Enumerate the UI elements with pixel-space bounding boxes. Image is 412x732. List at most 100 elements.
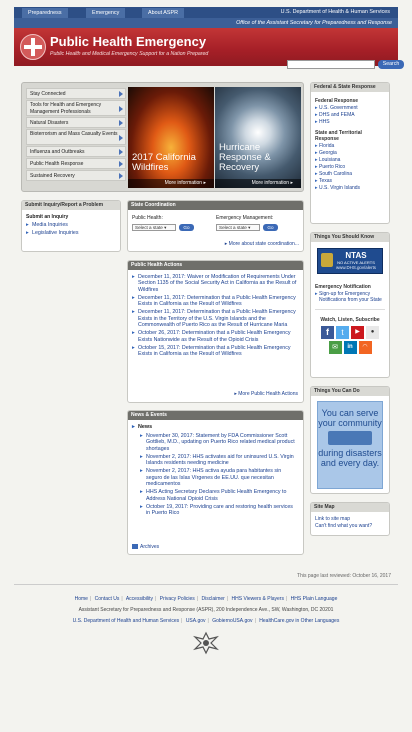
state-coordination-box: State Coordination Public Health: Emerge… [127,200,304,252]
menu-item-tools[interactable]: Tools for Health and Emergency Managemen… [26,100,126,116]
menu-item-bioterrorism[interactable]: Bioterrorism and Mass Casualty Events [26,129,126,145]
rss-icon[interactable]: ◠ [358,341,372,354]
things-you-should-know-box: Things You Should Know NTAS NO ACTIVE AL… [310,232,390,378]
facebook-icon[interactable]: f [321,326,334,339]
things-you-can-do-box: Things You Can Do You can serve your com… [310,386,390,494]
menu-item-influenza[interactable]: Influenza and Outbreaks [26,146,126,157]
tab-emergency[interactable]: Emergency [86,8,126,18]
link-usvi[interactable]: U.S. Virgin Islands [311,185,389,192]
menu-item-natural-disasters[interactable]: Natural Disasters [26,117,126,128]
ph-action-item[interactable]: October 15, 2017: Determination that a P… [128,345,303,358]
link-florida[interactable]: Florida [311,143,389,150]
footer-healthcare-link[interactable]: HealthCare.gov in Other Languages [259,618,339,624]
feature-hurricane[interactable]: Hurricane Response & Recovery More infor… [215,87,301,188]
footer-accessibility-link[interactable]: Accessibility [126,596,153,602]
ntas-banner[interactable]: NTAS NO ACTIVE ALERTS www.DHS.gov/alerts [317,248,383,274]
footer-gobiernousa-link[interactable]: GobiernoUSA.gov [212,618,252,624]
public-health-go-button[interactable]: Go [179,224,194,231]
site-map-link[interactable]: Link to site map [311,512,389,523]
site-title[interactable]: Public Health Emergency [50,34,206,49]
emergency-management-state-select[interactable]: Select a state ▾ [216,224,260,231]
footer-privacy-link[interactable]: Privacy Policies [160,596,195,602]
federal-state-response-header: Federal & State Response [311,83,389,92]
dhs-seal-icon [321,253,333,267]
public-health-actions-box: Public Health Actions December 11, 2017:… [127,260,304,403]
arrow-right-icon [119,149,123,155]
tab-preparedness[interactable]: Preparedness [22,8,68,18]
linkedin-icon[interactable]: in [343,341,357,354]
link-louisiana[interactable]: Louisiana [311,157,389,164]
archives-link[interactable]: Archives [132,544,159,550]
search-button[interactable]: Search [378,60,404,69]
menu-item-public-health-response[interactable]: Public Health Response [26,158,126,169]
tab-about-aspr[interactable]: About ASPR [142,8,184,18]
news-item[interactable]: November 2, 2017: HHS activates aid for … [136,454,303,467]
cant-find-link[interactable]: Can't find what you want? [311,523,389,529]
phe-logo-icon[interactable] [20,34,46,60]
federal-state-response-box: Federal & State Response Federal Respons… [310,82,390,224]
news-item[interactable]: November 30, 2017: Statement by FDA Comm… [136,433,303,452]
menu-item-stay-connected[interactable]: Stay Connected [26,88,126,99]
link-puerto-rico[interactable]: Puerto Rico [311,164,389,171]
federal-response-title: Federal Response [315,98,359,104]
footer-contact-link[interactable]: Contact Us [95,596,120,602]
link-legislative-inquiries[interactable]: Legislative Inquiries [22,230,120,237]
emergency-notification-signup-link[interactable]: Sign-up for Emergency Notifications from… [311,291,389,304]
footer-links-row1: Home | Contact Us | Accessibility | Privacy… [74,596,338,602]
feature-hurricane-more-link[interactable]: More information ▸ [215,179,301,188]
search-input[interactable] [287,60,375,69]
news-item[interactable]: October 19, 2017: Providing care and res… [136,504,303,517]
things-you-can-do-header: Things You Can Do [311,387,389,396]
ph-action-item[interactable]: December 11, 2017: Determination that a … [128,309,303,328]
serve-community-banner[interactable]: You can serve your community during disa… [317,401,383,489]
footer-usagov-link[interactable]: USA.gov [186,618,206,624]
public-health-state-select[interactable]: Select a state ▾ [132,224,176,231]
ph-action-item[interactable]: December 11, 2017: Determination that a … [128,295,303,308]
archive-icon [132,544,138,550]
feature-wildfires-more-link[interactable]: More information ▸ [128,179,214,188]
office-band: Office of the Assistant Secretary for Pr… [14,18,398,28]
submit-inquiry-box: Submit Inquiry/Report a Problem Submit a… [21,200,121,252]
footer-disclaimer-link[interactable]: Disclaimer [201,596,224,602]
more-public-health-actions-link[interactable]: ▸ More Public Health Actions [234,391,298,397]
aspr-office-link[interactable]: Office of the Assistant Secretary for Pr… [236,18,392,28]
serve-community-line1: You can serve your community [318,408,382,428]
link-us-government[interactable]: U.S. Government [311,105,389,112]
flickr-icon[interactable]: ● [366,326,379,339]
emergency-notification-title: Emergency Notification [315,284,371,290]
link-georgia[interactable]: Georgia [311,150,389,157]
news-events-box: News & Events ▸News November 30, 2017: S… [127,410,304,555]
footer-links-row3: U.S. Department of Health and Human Serv… [72,618,340,624]
topic-menu: Stay Connected Tools for Health and Emer… [26,88,126,182]
news-events-header: News & Events [128,411,303,420]
news-item[interactable]: HHS Acting Secretary Declares Public Hea… [136,489,303,502]
link-media-inquiries[interactable]: Media Inquiries [22,222,120,229]
link-texas[interactable]: Texas [311,178,389,185]
things-you-should-know-header: Things You Should Know [311,233,389,242]
link-dhs-fema[interactable]: DHS and FEMA [311,112,389,119]
feature-wildfires[interactable]: 2017 California Wildfires More informati… [128,87,214,188]
link-hhs[interactable]: HHS [311,119,389,126]
emergency-management-go-button[interactable]: Go [263,224,278,231]
ph-action-item[interactable]: December 11, 2017: Waiver or Modificatio… [128,274,303,293]
watch-listen-subscribe-title: Watch, Listen, Subscribe [320,317,380,323]
youtube-icon[interactable]: ▶ [351,326,364,339]
twitter-icon[interactable]: t [336,326,349,339]
footer-plain-language-link[interactable]: HHS Plain Language [291,596,338,602]
arrow-right-icon [119,135,123,141]
footer-hhs-link[interactable]: U.S. Department of Health and Human Serv… [73,618,179,624]
footer-viewers-link[interactable]: HHS Viewers & Players [232,596,284,602]
state-coordination-more-link[interactable]: ▸ More about state coordination... [225,241,299,247]
email-icon[interactable]: ✉ [328,341,342,354]
ph-action-item[interactable]: October 26, 2017: Determination that a P… [128,330,303,343]
site-map-header: Site Map [311,503,389,512]
news-item[interactable]: November 2, 2017: HHS activa ayuda para … [136,468,303,487]
link-south-carolina[interactable]: South Carolina [311,171,389,178]
menu-item-sustained-recovery[interactable]: Sustained Recovery [26,170,126,181]
submit-inquiry-title: Submit an Inquiry [26,214,69,220]
submit-inquiry-header: Submit Inquiry/Report a Problem [22,201,120,210]
hhs-link[interactable]: U.S. Department of Health & Human Servic… [281,7,390,18]
hhs-eagle-logo-icon[interactable] [193,631,219,655]
site-map-box: Site Map Link to site map Can't find wha… [310,502,390,536]
footer-home-link[interactable]: Home [75,596,88,602]
